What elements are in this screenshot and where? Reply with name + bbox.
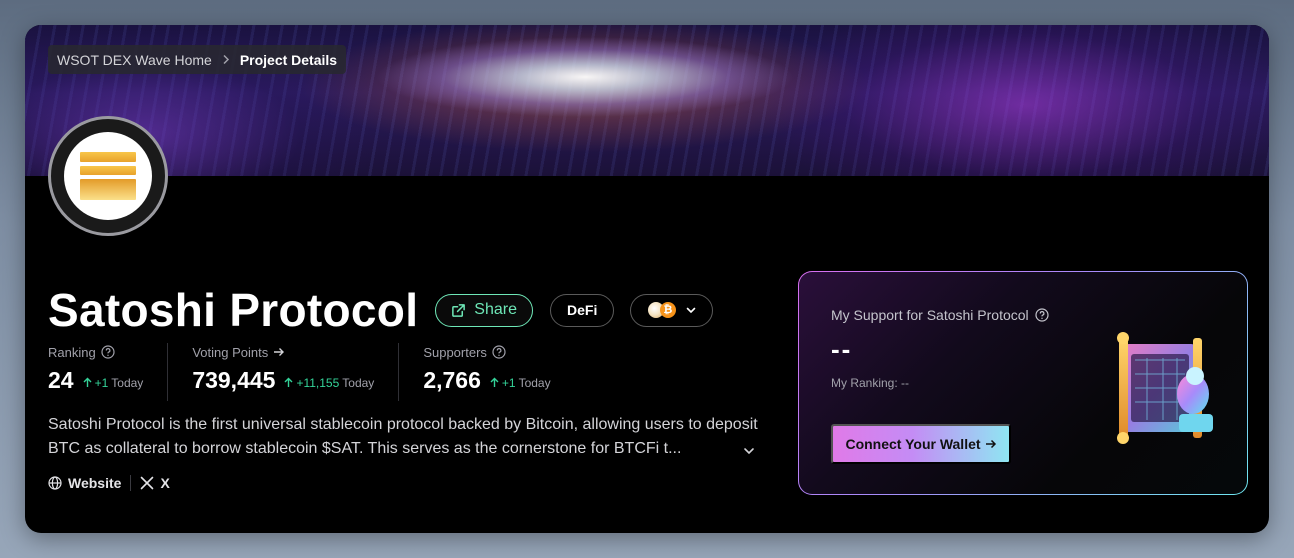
question-circle-icon[interactable] (1035, 308, 1049, 322)
connect-wallet-label: Connect Your Wallet (845, 436, 981, 452)
description-text: Satoshi Protocol is the first universal … (48, 416, 758, 457)
stat-label: Ranking (48, 344, 96, 360)
stat-delta-period: Today (111, 375, 144, 390)
stats-row: Ranking 24 +1 Today Voting Points 739,44… (48, 343, 551, 401)
arrow-right-icon (985, 439, 996, 449)
stat-delta: +1 Today (83, 375, 144, 390)
stat-delta: +11,155 Today (284, 376, 374, 390)
stat-delta-value: +11,155 (296, 375, 340, 390)
support-value: -- (831, 334, 853, 364)
stat-label: Supporters (423, 344, 487, 360)
stat-delta-value: +1 (501, 375, 516, 390)
support-panel: My Support for Satoshi Protocol -- My Ra… (798, 271, 1248, 495)
project-card: WSOT DEX Wave Home Project Details Satos… (25, 25, 1269, 533)
support-title: My Support for Satoshi Protocol (831, 307, 1049, 323)
breadcrumb-separator-icon (222, 52, 230, 68)
breadcrumb-current: Project Details (239, 51, 338, 68)
support-ranking: My Ranking: -- (831, 376, 910, 390)
stat-voting-points: Voting Points 739,445 +11,155 Today (192, 343, 374, 401)
arrow-up-icon (490, 377, 499, 387)
project-links: Website X (48, 475, 170, 491)
stat-divider (167, 343, 169, 401)
website-label: Website (68, 475, 122, 491)
support-title-text: My Support for Satoshi Protocol (831, 307, 1029, 323)
stat-delta-value: +1 (94, 375, 109, 390)
share-button[interactable]: Share (435, 293, 533, 327)
chevron-down-icon[interactable] (743, 445, 755, 457)
chain-select[interactable]: ₿ (630, 293, 714, 327)
chevron-down-icon (686, 307, 696, 314)
stat-delta-period: Today (342, 375, 375, 390)
question-circle-icon[interactable] (492, 345, 506, 359)
external-link-icon (452, 303, 466, 317)
breadcrumb-home-link[interactable]: WSOT DEX Wave Home (57, 52, 212, 68)
globe-icon (48, 476, 62, 490)
project-logo (48, 116, 168, 236)
x-link[interactable]: X (140, 475, 170, 491)
project-title: Satoshi Protocol (48, 284, 419, 336)
share-label: Share (474, 301, 517, 318)
chain-icons: ₿ (647, 302, 676, 318)
logo-inner (64, 132, 152, 220)
stat-label[interactable]: Voting Points (192, 345, 268, 360)
x-label: X (160, 475, 170, 491)
category-tag[interactable]: DeFi (550, 293, 615, 327)
question-circle-icon[interactable] (101, 345, 115, 359)
bitcoin-icon: ₿ (659, 302, 676, 318)
stat-delta: +1 Today (490, 376, 551, 390)
arrow-right-icon[interactable] (273, 347, 285, 357)
treasure-chest-icon (1117, 332, 1213, 444)
stat-value: 739,445 (192, 367, 276, 393)
stat-ranking: Ranking 24 +1 Today (48, 343, 143, 401)
title-row: Satoshi Protocol Share DeFi ₿ (48, 283, 714, 337)
arrow-up-icon (284, 377, 293, 387)
links-divider (130, 475, 132, 491)
project-description: Satoshi Protocol is the first universal … (48, 413, 758, 461)
stat-delta-period: Today (518, 375, 551, 390)
stat-divider (398, 343, 400, 401)
stat-value: 2,766 (423, 367, 481, 393)
stat-value: 24 (48, 367, 74, 393)
arrow-up-icon (83, 377, 92, 387)
connect-wallet-button[interactable]: Connect Your Wallet (831, 424, 1011, 464)
x-logo-icon (141, 476, 154, 490)
satoshi-logo-icon (80, 152, 136, 201)
website-link[interactable]: Website (48, 475, 121, 491)
stat-supporters: Supporters 2,766 +1 Today (423, 343, 550, 401)
breadcrumb: WSOT DEX Wave Home Project Details (48, 45, 347, 74)
